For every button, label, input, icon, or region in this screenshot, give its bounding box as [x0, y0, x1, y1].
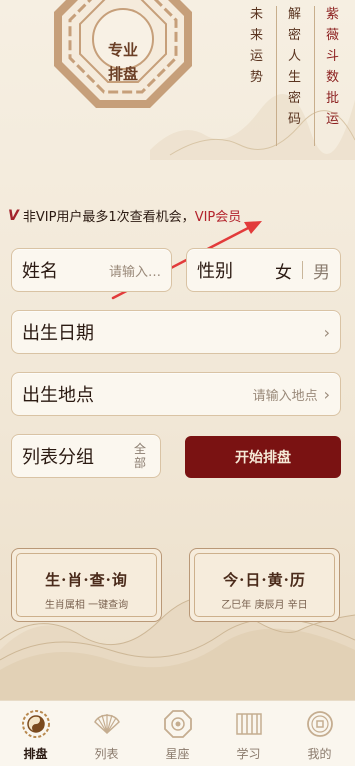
poem-char: 人 [288, 49, 302, 64]
poem-char: 码 [288, 112, 302, 127]
chevron-right-icon: › [323, 384, 330, 404]
taiji-icon [21, 710, 50, 738]
vip-member-link[interactable]: VIP会员 [195, 206, 242, 225]
poem-char: 来 [250, 28, 264, 43]
poem-char: 密 [288, 91, 302, 106]
vip-notice: V 非VIP用户最多1次查看机会， VIP会员 [8, 206, 242, 226]
poem-char: 批 [326, 91, 340, 106]
poem-char: 紫 [326, 7, 340, 22]
birth-date-label: 出生日期 [22, 323, 94, 344]
gender-male-option[interactable]: 男 [313, 258, 330, 283]
poem-col-2: 解 密 人 生 密 码 [288, 4, 301, 130]
nav-label: 列表 [94, 747, 119, 761]
poem-col-3: 紫 薇 斗 数 批 运 [326, 4, 339, 130]
birth-place-input[interactable]: 请输入地点 [253, 385, 318, 404]
gender-label: 性别 [197, 261, 233, 282]
poem-char: 势 [250, 70, 264, 85]
group-field[interactable]: 列表分组 全部 [11, 434, 161, 478]
nav-label: 学习 [236, 747, 261, 761]
octagon-icon [163, 710, 192, 738]
zodiac-card-title: 生·肖·查·询 [45, 571, 128, 589]
start-paipan-button[interactable]: 开始排盘 [185, 436, 341, 478]
poem-char: 数 [326, 70, 340, 85]
poem-char: 密 [288, 28, 302, 43]
nav-item-list[interactable]: 列表 [71, 701, 142, 766]
bagua-title: 专业 排盘 [96, 38, 150, 86]
group-select[interactable]: 全部 [132, 442, 148, 470]
poem-char: 薇 [326, 28, 340, 43]
group-label: 列表分组 [22, 447, 94, 468]
poem-divider [276, 6, 277, 146]
birth-place-right: 请输入地点 › [253, 385, 340, 404]
poem-char: 斗 [326, 49, 340, 64]
poem-char: 解 [288, 7, 302, 22]
poem-char: 运 [250, 49, 264, 64]
coin-icon [306, 711, 333, 737]
almanac-card-title: 今·日·黄·历 [223, 571, 306, 589]
birth-place-field[interactable]: 出生地点 请输入地点 › [11, 372, 341, 416]
poem-char: 生 [288, 70, 302, 85]
birth-place-label: 出生地点 [22, 385, 94, 406]
nav-item-paipan[interactable]: 排盘 [0, 701, 71, 766]
poem-divider [314, 6, 315, 146]
name-input[interactable]: 请输入… [109, 261, 161, 280]
poem-col-1: 未 来 运 势 [250, 4, 263, 88]
gender-divider [302, 261, 303, 279]
name-label: 姓名 [22, 261, 58, 282]
chevron-right-icon: › [323, 322, 330, 342]
nav-item-study[interactable]: 学习 [213, 701, 284, 766]
nav-label: 我的 [307, 747, 332, 761]
poem-char: 运 [326, 112, 340, 127]
nav-label: 排盘 [23, 747, 48, 761]
poem-char: 未 [250, 7, 264, 22]
bagua-title-line2: 排盘 [107, 65, 138, 83]
bottom-nav: 排盘 列表 星座 学习 我的 [0, 700, 355, 766]
zodiac-query-card[interactable]: 生·肖·查·询 生肖属相 一键查询 [11, 548, 162, 622]
name-field[interactable]: 姓名 请输入… [11, 248, 172, 292]
vip-badge-icon: V [8, 207, 19, 224]
nav-item-mine[interactable]: 我的 [284, 701, 355, 766]
today-almanac-card[interactable]: 今·日·黄·历 乙巳年 庚辰月 辛日 [189, 548, 340, 622]
birth-date-field[interactable]: 出生日期 › [11, 310, 341, 354]
zodiac-card-subtitle: 生肖属相 一键查询 [44, 600, 129, 611]
bagua-title-line1: 专业 [107, 41, 138, 59]
gender-female-option[interactable]: 女 [275, 258, 292, 283]
almanac-card-subtitle: 乙巳年 庚辰月 辛日 [221, 600, 308, 611]
gender-toggle: 女 男 [275, 258, 330, 283]
vip-notice-text: 非VIP用户最多1次查看机会， [22, 210, 195, 225]
nav-item-constellation[interactable]: 星座 [142, 701, 213, 766]
book-icon [235, 713, 262, 735]
nav-label: 星座 [165, 747, 190, 761]
gender-field: 性别 女 男 [186, 248, 341, 292]
fan-icon [93, 714, 120, 735]
